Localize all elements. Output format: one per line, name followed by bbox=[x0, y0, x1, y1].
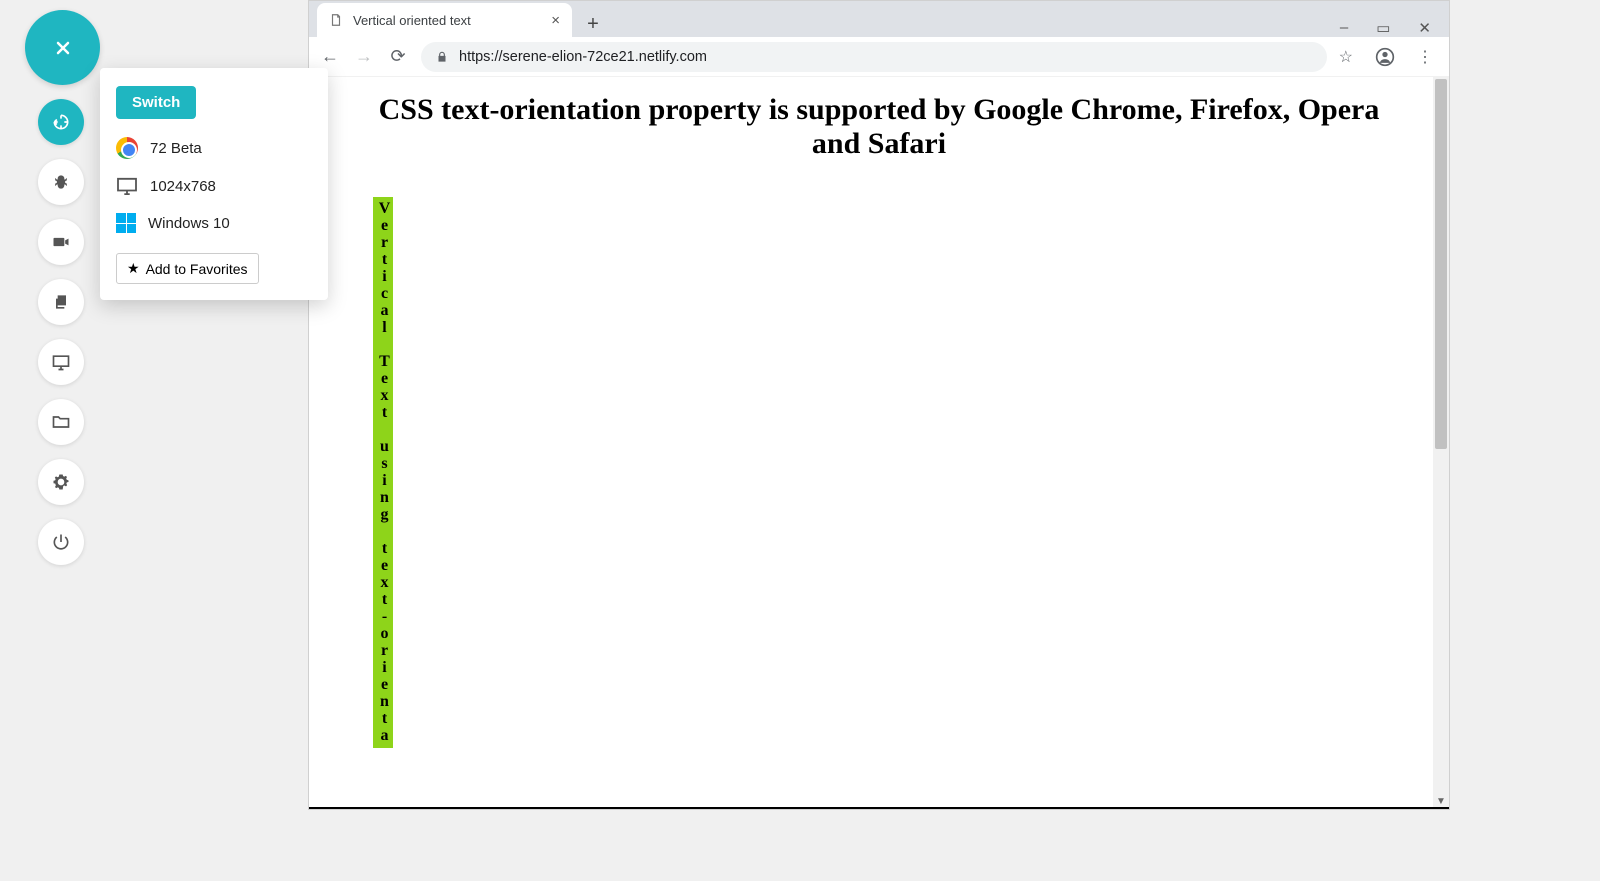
browser-tab[interactable]: Vertical oriented text × bbox=[317, 3, 572, 37]
session-info-popover: Switch 72 Beta 1024x768 Windows 10 ★ Add… bbox=[100, 68, 328, 300]
browser-version-row: 72 Beta bbox=[116, 137, 312, 159]
resolution-label: 1024x768 bbox=[150, 178, 216, 195]
profile-icon[interactable] bbox=[1375, 47, 1395, 67]
tab-title: Vertical oriented text bbox=[353, 13, 471, 28]
url-text: https://serene-elion-72ce21.netlify.com bbox=[459, 49, 707, 65]
screenshots-button[interactable] bbox=[38, 279, 84, 325]
browser-version-label: 72 Beta bbox=[150, 140, 202, 157]
settings-button[interactable] bbox=[38, 459, 84, 505]
reload-button[interactable]: ⟳ bbox=[387, 46, 409, 67]
lock-icon bbox=[435, 50, 449, 64]
os-row: Windows 10 bbox=[116, 213, 312, 233]
monitor-icon bbox=[116, 177, 138, 195]
resolution-row: 1024x768 bbox=[116, 177, 312, 195]
folder-icon bbox=[51, 412, 71, 432]
back-button[interactable]: ← bbox=[319, 46, 341, 67]
close-session-button[interactable] bbox=[25, 10, 100, 85]
os-label: Windows 10 bbox=[148, 215, 230, 232]
session-icon bbox=[51, 112, 71, 132]
forward-button[interactable]: → bbox=[353, 46, 375, 67]
end-session-button[interactable] bbox=[38, 519, 84, 565]
scrollbar-down-arrow[interactable]: ▼ bbox=[1435, 796, 1447, 807]
bug-icon bbox=[51, 172, 71, 192]
minimize-button[interactable]: – bbox=[1340, 19, 1348, 37]
power-icon bbox=[51, 532, 71, 552]
switch-button[interactable]: Switch bbox=[116, 86, 196, 119]
kebab-menu-button[interactable]: ⋮ bbox=[1417, 47, 1433, 67]
video-icon bbox=[51, 232, 71, 252]
record-button[interactable] bbox=[38, 219, 84, 265]
toolbar-right-icons: ☆ ⋮ bbox=[1339, 47, 1439, 67]
browser-window: Vertical oriented text × + – ▭ ✕ ← → ⟳ h… bbox=[308, 0, 1450, 810]
maximize-button[interactable]: ▭ bbox=[1376, 19, 1390, 37]
files-button[interactable] bbox=[38, 399, 84, 445]
window-close-button[interactable]: ✕ bbox=[1418, 19, 1431, 37]
add-to-favorites-button[interactable]: ★ Add to Favorites bbox=[116, 253, 259, 284]
scrollbar-thumb[interactable] bbox=[1435, 79, 1447, 449]
left-toolbar bbox=[38, 10, 88, 565]
url-bar[interactable]: https://serene-elion-72ce21.netlify.com bbox=[421, 42, 1327, 72]
favorites-label: Add to Favorites bbox=[146, 261, 248, 277]
session-info-button[interactable] bbox=[38, 99, 84, 145]
close-icon bbox=[53, 38, 73, 58]
star-icon: ★ bbox=[127, 260, 140, 277]
page-viewport: CSS text-orientation property is support… bbox=[309, 77, 1449, 809]
resolution-button[interactable] bbox=[38, 339, 84, 385]
new-tab-button[interactable]: + bbox=[580, 11, 606, 37]
tab-strip: Vertical oriented text × + – ▭ ✕ bbox=[309, 1, 1449, 37]
vertical-text-demo: Vertical Text using text-orienta bbox=[373, 197, 393, 748]
bookmark-star-button[interactable]: ☆ bbox=[1339, 47, 1353, 67]
gear-icon bbox=[51, 472, 71, 492]
page-icon bbox=[329, 13, 343, 27]
bug-button[interactable] bbox=[38, 159, 84, 205]
page-bottom-edge bbox=[309, 807, 1449, 809]
screen-icon bbox=[51, 352, 71, 372]
chrome-icon bbox=[116, 137, 138, 159]
viewport-scrollbar[interactable]: ▼ bbox=[1433, 77, 1449, 809]
windows-icon bbox=[116, 213, 136, 233]
copy-icon bbox=[51, 292, 71, 312]
tab-close-button[interactable]: × bbox=[551, 12, 560, 29]
page-heading: CSS text-orientation property is support… bbox=[309, 77, 1449, 161]
address-bar: ← → ⟳ https://serene-elion-72ce21.netlif… bbox=[309, 37, 1449, 77]
window-controls: – ▭ ✕ bbox=[1322, 19, 1449, 37]
